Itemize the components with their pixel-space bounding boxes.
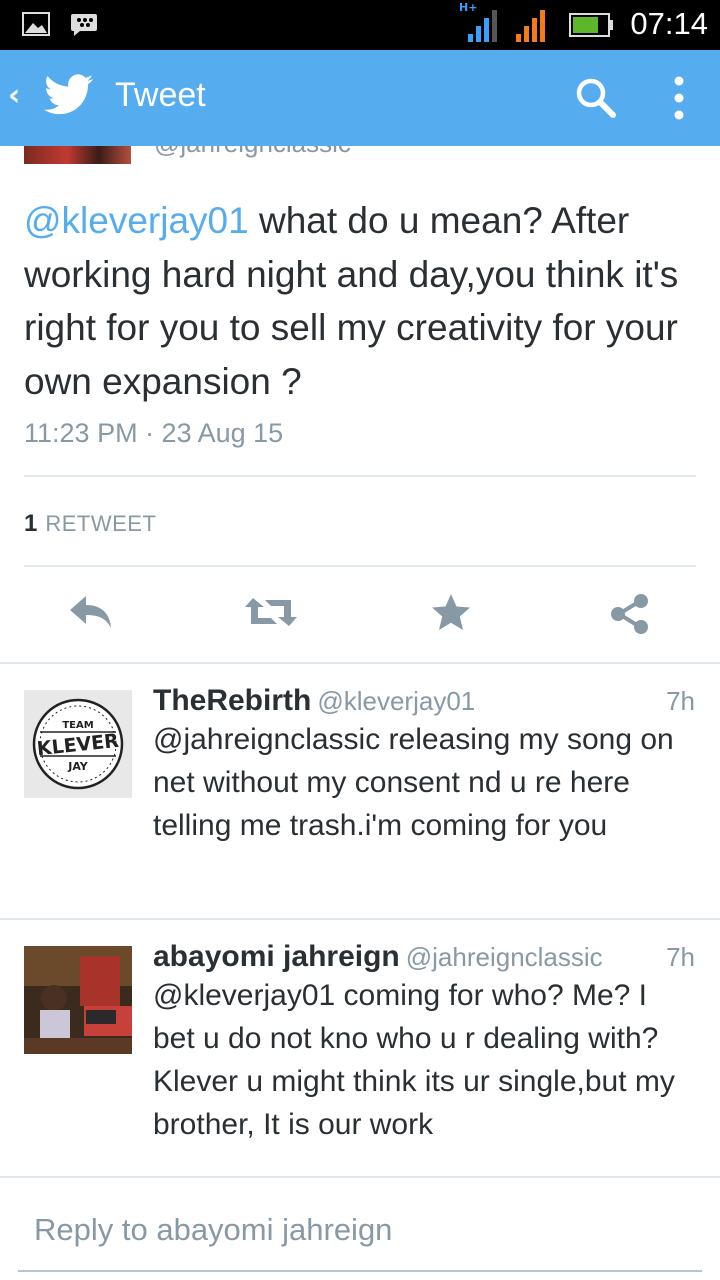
twitter-bird-icon[interactable] xyxy=(44,74,94,120)
previous-tweet-handle: @jahreignclassic xyxy=(154,146,351,159)
reply-author-name[interactable]: abayomi jahreign xyxy=(153,940,400,973)
tweet-detail: @jahreignclassic @kleverjay01 what do u … xyxy=(0,146,720,1280)
avatar-team-text: TEAM xyxy=(62,720,93,731)
avatar-jay-text: JAY xyxy=(67,760,89,773)
reply-icon[interactable] xyxy=(66,592,114,636)
avatar[interactable]: TEAM KLEVER JAY xyxy=(24,690,132,798)
retweet-label: RETWEET xyxy=(45,511,157,536)
reply-age: 7h xyxy=(666,942,695,972)
retweet-icon[interactable] xyxy=(243,592,299,636)
favorite-icon[interactable] xyxy=(430,592,472,636)
reply-author-name[interactable]: TheRebirth xyxy=(153,684,311,717)
reply-item[interactable]: abayomi jahreign @jahreignclassic 7h @kle… xyxy=(0,940,720,1172)
signal-icon-2 xyxy=(514,6,550,48)
battery-icon xyxy=(569,13,615,41)
reply-header: TheRebirth @kleverjay01 xyxy=(153,684,475,718)
retweet-count: 1 xyxy=(24,510,38,537)
signal-icon xyxy=(466,6,502,48)
reply-text: @jahreignclassic releasing my song on ne… xyxy=(153,723,674,842)
reply-text: @kleverjay01 coming for who? Me? I bet u… xyxy=(153,979,675,1141)
divider xyxy=(0,662,720,664)
divider xyxy=(0,1176,720,1178)
reply-header: abayomi jahreign @jahreignclassic xyxy=(153,940,603,974)
avatar[interactable] xyxy=(24,946,132,1054)
retweet-stats[interactable]: 1 RETWEET xyxy=(24,510,156,538)
bbm-icon xyxy=(70,12,98,42)
clock: 07:14 xyxy=(630,6,708,41)
image-icon xyxy=(22,12,50,40)
overflow-menu-icon[interactable] xyxy=(673,74,685,126)
previous-tweet-avatar[interactable] xyxy=(24,146,131,164)
back-icon[interactable]: ‹ xyxy=(8,78,20,113)
search-icon[interactable] xyxy=(574,76,618,124)
divider xyxy=(24,565,696,567)
main-tweet-text: @kleverjay01 what do u mean? After worki… xyxy=(24,194,694,408)
status-bar: H+ 07:14 xyxy=(0,0,720,50)
reply-author-handle[interactable]: @kleverjay01 xyxy=(317,686,475,716)
reply-author-handle[interactable]: @jahreignclassic xyxy=(406,942,603,972)
reply-input[interactable]: Reply to abayomi jahreign xyxy=(34,1212,392,1248)
share-icon[interactable] xyxy=(608,592,652,640)
tweet-timestamp: 11:23 PM · 23 Aug 15 xyxy=(24,418,284,448)
divider xyxy=(0,918,720,920)
divider xyxy=(24,475,696,477)
action-bar: ‹ Tweet xyxy=(0,50,720,146)
reply-age: 7h xyxy=(666,686,695,716)
page-title: Tweet xyxy=(115,76,206,114)
tweet-mention-link[interactable]: @kleverjay01 xyxy=(24,200,249,241)
reply-item[interactable]: TEAM KLEVER JAY TheRebirth @kleverjay01 7… xyxy=(0,684,720,916)
reply-composer: Reply to abayomi jahreign xyxy=(0,1184,720,1280)
reply-input-underline xyxy=(18,1270,702,1272)
